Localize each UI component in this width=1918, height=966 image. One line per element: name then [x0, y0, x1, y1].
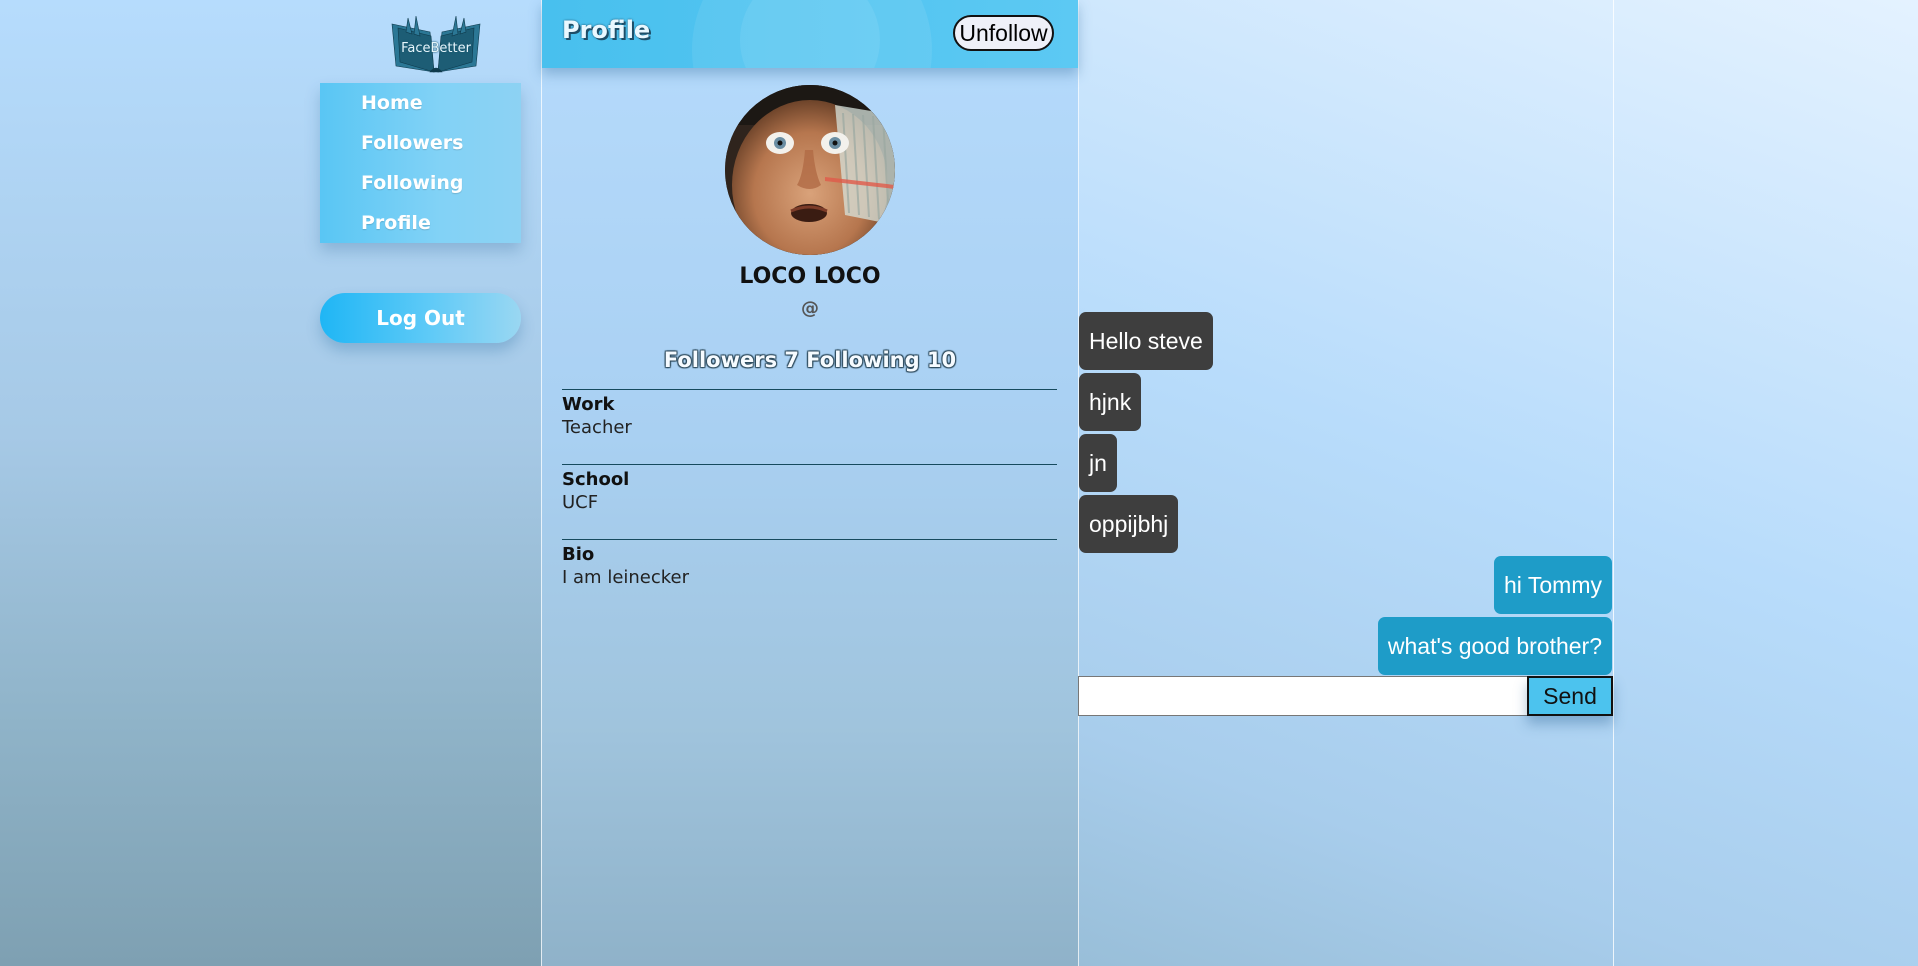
sidebar-item-followers[interactable]: Followers: [320, 123, 521, 163]
chat-message-incoming: hjnk: [1079, 373, 1142, 431]
bio-label: Bio: [562, 544, 595, 565]
school-label: School: [562, 469, 630, 490]
profile-panel: Profile Unfollow LOCO LOCO @ Followers 7…: [541, 0, 1079, 966]
logo-text: FaceBetter: [401, 41, 471, 56]
follow-stats[interactable]: Followers 7 Following 10: [542, 348, 1078, 372]
page-title: Profile: [562, 16, 651, 44]
bio-value: I am leinecker: [562, 567, 690, 588]
profile-handle: @: [801, 298, 819, 319]
work-value: Teacher: [562, 417, 632, 438]
work-section: Work Teacher: [562, 389, 1057, 438]
sidebar-item-profile[interactable]: Profile: [320, 203, 521, 243]
chat-message-outgoing: what's good brother?: [1377, 617, 1612, 675]
unfollow-button[interactable]: Unfollow: [953, 15, 1054, 51]
chat-message-incoming: jn: [1079, 434, 1117, 492]
profile-name: LOCO LOCO: [739, 264, 881, 289]
school-section: School UCF: [562, 464, 1057, 513]
sidebar-item-following[interactable]: Following: [320, 163, 521, 203]
chat-message-incoming: oppijbhj: [1079, 495, 1179, 553]
bio-section: Bio I am leinecker: [562, 539, 1057, 588]
work-label: Work: [562, 394, 615, 415]
chat-message-incoming: Hello steve: [1079, 312, 1213, 370]
left-sidebar: FaceBetter Home Followers Following Prof…: [0, 0, 541, 966]
message-input[interactable]: [1078, 676, 1528, 716]
school-value: UCF: [562, 492, 599, 513]
sidebar-nav: Home Followers Following Profile: [320, 83, 521, 243]
profile-header: Profile Unfollow: [542, 0, 1078, 68]
profile-photo: [725, 85, 895, 255]
header-decoration: [692, 0, 932, 68]
app-logo[interactable]: FaceBetter: [386, 14, 486, 76]
send-button[interactable]: Send: [1527, 676, 1613, 716]
chat-message-outgoing: hi Tommy: [1494, 556, 1612, 614]
logout-button[interactable]: Log Out: [320, 293, 521, 343]
chat-panel: Hello steve hjnk jn oppijbhj hi Tommy wh…: [1078, 0, 1614, 966]
avatar: [725, 85, 895, 255]
sidebar-item-home[interactable]: Home: [320, 83, 521, 123]
